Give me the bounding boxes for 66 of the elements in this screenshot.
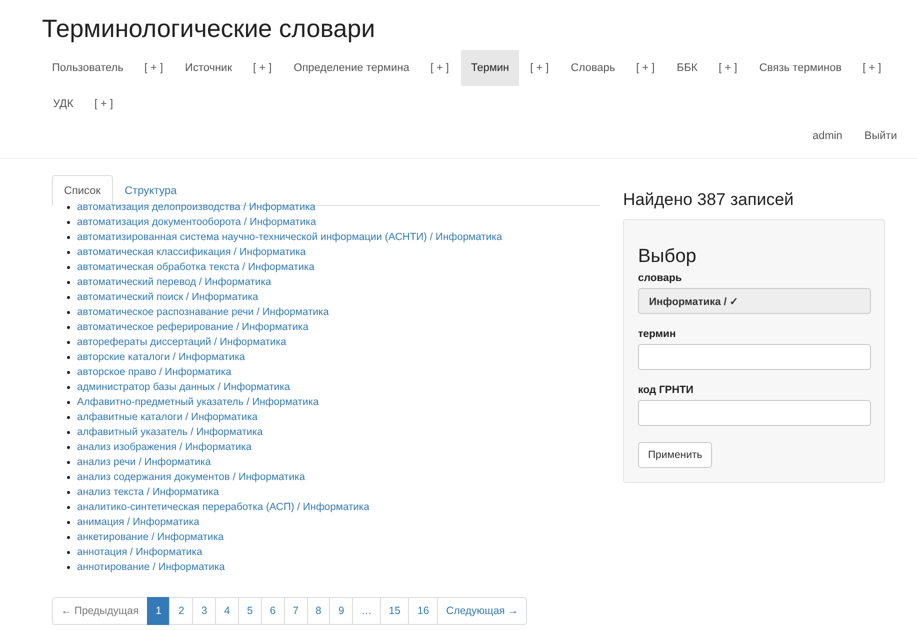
dictionary-select[interactable]: Информатика / ✓	[638, 288, 871, 314]
field-label: код ГРНТИ	[638, 384, 694, 396]
add-link[interactable]: [ + ]	[519, 50, 561, 86]
add-link[interactable]: [ + ]	[242, 50, 284, 86]
nav-link[interactable]: Пользователь	[43, 50, 134, 86]
field-label: словарь	[638, 272, 682, 284]
term-link[interactable]: автоматическая обработка текста / Информатика	[66, 260, 315, 275]
page-title: Терминологические словари	[41, 14, 376, 44]
term-link[interactable]: автоматический поиск / Информатика	[66, 290, 258, 305]
term-link[interactable]: аннотирование / Информатика	[66, 560, 225, 575]
page-link[interactable]: 8	[306, 597, 330, 625]
term-link[interactable]: Алфавитно-предметный указатель / Информатика	[66, 395, 319, 410]
term-link[interactable]: автоматическое реферирование / Информатика	[66, 320, 308, 335]
nav-link[interactable]: Термин	[460, 50, 520, 86]
term-link[interactable]: анимация / Информатика	[66, 515, 200, 530]
term-link[interactable]: аннотация / Информатика	[66, 545, 202, 560]
nav-link[interactable]: ББК	[666, 50, 708, 86]
apply-button[interactable]: Применить	[638, 442, 712, 468]
term-link[interactable]: анализ текста / Информатика	[66, 485, 220, 500]
input-field[interactable]	[638, 344, 871, 370]
term-link[interactable]: анализ содержания документов / Информатика	[66, 470, 305, 485]
page-link[interactable]: 3	[192, 597, 216, 625]
term-link[interactable]: автоматизация документооборота / Информатика	[66, 215, 316, 230]
page-link[interactable]: 1	[146, 597, 170, 625]
input-field[interactable]	[638, 400, 871, 426]
add-link[interactable]: [ + ]	[133, 50, 176, 86]
term-link[interactable]: администратор базы данных / Информатика	[66, 380, 290, 395]
result-count: Найдено 387 записей	[623, 189, 795, 211]
term-link[interactable]: автоматическое распознавание речи / Информатика	[66, 305, 329, 320]
add-link[interactable]: [ + ]	[83, 86, 126, 122]
nav-link[interactable]: УДК	[43, 86, 84, 122]
page-link[interactable]: …	[352, 597, 381, 625]
page-link[interactable]: 2	[169, 597, 194, 625]
term-link[interactable]: автоматизированная система научно-технической информации (АСНТИ) / Информатика	[66, 230, 502, 245]
term-link[interactable]: анализ речи / Информатика	[66, 455, 211, 470]
nav-link[interactable]: Источник	[175, 50, 242, 86]
user-link[interactable]: admin	[802, 120, 852, 152]
nav-link[interactable]: Определение термина	[284, 50, 420, 86]
term-link[interactable]: авторские каталоги / Информатика	[66, 350, 246, 365]
page-link[interactable]: 7	[284, 597, 308, 625]
page-link[interactable]: 15	[380, 597, 410, 625]
filter-title: Выбор	[638, 245, 696, 269]
field-label: термин	[638, 328, 676, 340]
term-link[interactable]: автоматический перевод / Информатика	[66, 275, 272, 290]
page-link[interactable]: 9	[329, 597, 354, 625]
term-link[interactable]: анализ изображения / Информатика	[66, 440, 252, 455]
add-link[interactable]: [ + ]	[625, 50, 667, 86]
add-link[interactable]: [ + ]	[419, 50, 461, 86]
nav-link[interactable]: Связь терминов	[749, 50, 852, 86]
page-link[interactable]: 16	[408, 597, 438, 625]
nav-link[interactable]: Словарь	[560, 50, 626, 86]
term-link[interactable]: автоматическая классификация / Информатика	[66, 245, 306, 260]
user-link[interactable]: Выйти	[854, 120, 907, 152]
tab[interactable]: Список	[52, 175, 113, 206]
page-link[interactable]: 5	[238, 597, 262, 625]
term-link[interactable]: анкетирование / Информатика	[66, 530, 224, 545]
page-link[interactable]: Следующая →	[437, 597, 528, 625]
page-link[interactable]: 4	[215, 597, 240, 625]
term-link[interactable]: алфавитный указатель / Информатика	[66, 425, 263, 440]
page-link[interactable]: 6	[260, 597, 285, 625]
term-link[interactable]: алфавитные каталоги / Информатика	[66, 410, 258, 425]
add-link[interactable]: [ + ]	[852, 50, 894, 86]
term-link[interactable]: авторское право / Информатика	[66, 365, 232, 380]
term-link[interactable]: авторефераты диссертаций / Информатика	[66, 335, 286, 350]
term-link[interactable]: аналитико-синтетическая переработка (АСП) / Информатика	[66, 500, 370, 515]
add-link[interactable]: [ + ]	[708, 50, 750, 86]
